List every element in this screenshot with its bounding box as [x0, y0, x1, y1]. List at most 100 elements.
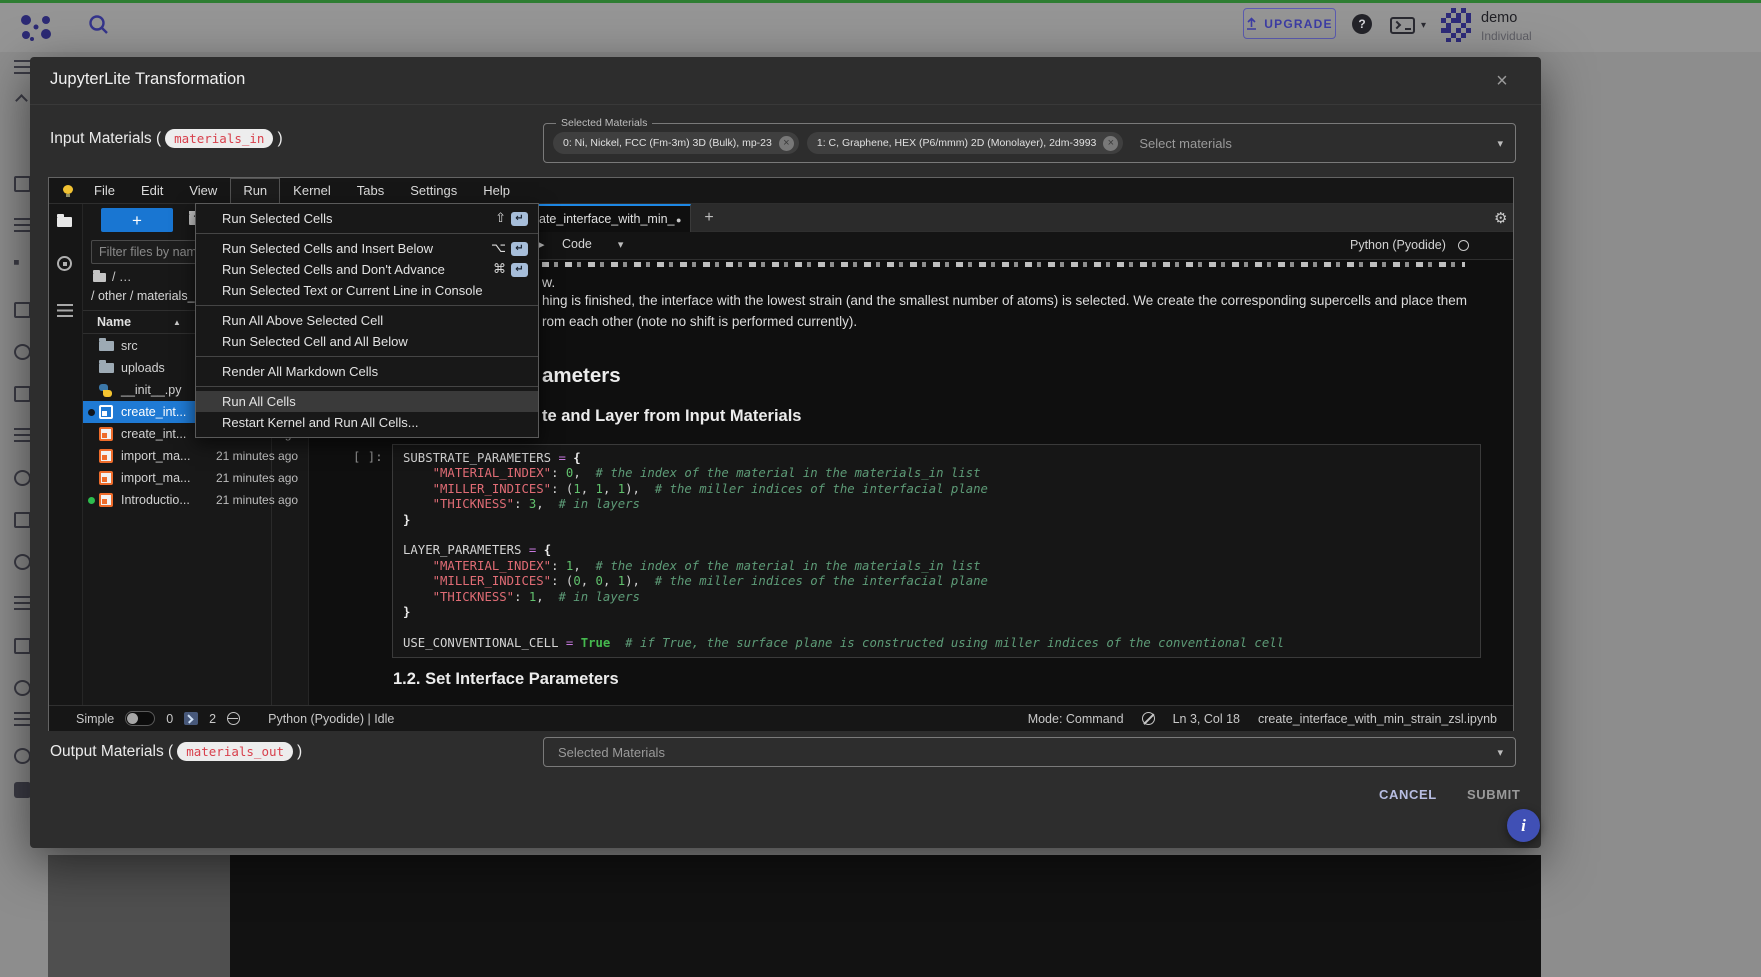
app-logo-icon[interactable]	[18, 12, 56, 44]
material-chip[interactable]: 1: C, Graphene, HEX (P6/mmm) 2D (Monolay…	[807, 132, 1124, 154]
new-tab-button[interactable]: +	[698, 207, 720, 229]
file-row-import_ma[interactable]: import_ma...21 minutes ago	[83, 467, 309, 489]
cell-prompt: [ ]:	[353, 450, 383, 464]
breadcrumb-path[interactable]: / other / materials_	[91, 289, 195, 303]
notebook-icon	[99, 427, 113, 441]
output-materials-prefix: Output Materials (	[50, 743, 173, 761]
menu-item-label: Restart Kernel and Run All Cells...	[222, 415, 528, 430]
menu-item-label: Run Selected Cells	[222, 211, 495, 226]
menu-file[interactable]: File	[81, 178, 128, 204]
command-mode-indicator[interactable]: Mode: Command	[1028, 712, 1124, 726]
menu-item-label: Render All Markdown Cells	[222, 364, 528, 379]
statusbar-filename: create_interface_with_min_strain_zsl.ipy…	[1258, 712, 1497, 726]
file-name: Introductio...	[121, 493, 190, 507]
terminal-caret-icon[interactable]: ▾	[1421, 20, 1426, 31]
material-chip[interactable]: 0: Ni, Nickel, FCC (Fm-3m) 3D (Bulk), mp…	[553, 132, 799, 154]
submit-button[interactable]: SUBMIT	[1467, 787, 1520, 802]
jupyter-menubar-items: FileEditViewRunKernelTabsSettingsHelp	[81, 178, 523, 204]
menu-kernel[interactable]: Kernel	[280, 178, 344, 204]
globe-icon[interactable]	[227, 712, 240, 725]
folder-icon	[99, 341, 114, 351]
code-line: "MILLER_INDICES": (0, 0, 1), # the mille…	[403, 574, 1470, 589]
info-fab-button[interactable]: i	[1507, 809, 1540, 842]
python-icon	[99, 384, 112, 397]
code-line	[403, 620, 1470, 635]
chip-close-icon[interactable]: ×	[1103, 136, 1118, 151]
app-sidebar-icon	[14, 260, 26, 272]
app-sidebar-icon	[14, 344, 31, 360]
help-icon[interactable]: ?	[1352, 14, 1372, 34]
menu-run[interactable]: Run	[230, 178, 280, 204]
menu-item-run-selected-cells-and-don-t-advance[interactable]: Run Selected Cells and Don't Advance⌘↵	[196, 259, 538, 280]
app-sidebar-icon	[15, 94, 28, 107]
breadcrumb[interactable]: / …	[93, 270, 131, 284]
kernel-sessions-icon[interactable]	[184, 712, 198, 725]
file-row-Introductio[interactable]: Introductio...21 minutes ago	[83, 489, 309, 511]
code-cell-editor[interactable]: SUBSTRATE_PARAMETERS = { "MATERIAL_INDEX…	[392, 444, 1481, 658]
sort-ascending-icon[interactable]: ▲	[173, 318, 181, 327]
terminals-count[interactable]: 0	[166, 712, 173, 726]
select-materials-placeholder: Select materials	[1139, 136, 1231, 151]
app-sidebar-icon	[14, 176, 31, 192]
output-materials-select[interactable]: Selected Materials ▾	[543, 737, 1516, 767]
notifications-off-icon[interactable]	[1142, 712, 1155, 725]
code-line: "MATERIAL_INDEX": 0, # the index of the …	[403, 466, 1470, 481]
name-column-header[interactable]: Name	[97, 315, 131, 329]
notebook-icon	[99, 471, 113, 485]
chip-close-icon[interactable]: ×	[779, 136, 794, 151]
menu-edit[interactable]: Edit	[128, 178, 176, 204]
upgrade-button[interactable]: UPGRADE	[1243, 8, 1336, 39]
folder-icon	[99, 363, 114, 373]
menu-item-render-all-markdown-cells[interactable]: Render All Markdown Cells	[196, 361, 538, 382]
menu-shortcut: ⇧↵	[495, 211, 528, 226]
code-line: "THICKNESS": 3, # in layers	[403, 497, 1470, 512]
output-materials-suffix: )	[297, 743, 302, 761]
screen: UPGRADE ? ▾ demo Individual JupyterLite …	[0, 0, 1761, 977]
file-name: create_int...	[121, 427, 186, 441]
menu-item-run-selected-cells[interactable]: Run Selected Cells⇧↵	[196, 208, 538, 229]
menu-item-run-all-cells[interactable]: Run All Cells	[196, 391, 538, 412]
kernels-count[interactable]: 2	[209, 712, 216, 726]
gear-icon[interactable]: ⚙	[1494, 209, 1507, 227]
menu-item-run-selected-cells-and-insert-below[interactable]: Run Selected Cells and Insert Below⌥↵	[196, 238, 538, 259]
menu-help[interactable]: Help	[470, 178, 523, 204]
menu-item-label: Run Selected Cell and All Below	[222, 334, 528, 349]
menu-tabs[interactable]: Tabs	[344, 178, 397, 204]
upload-icon	[1246, 17, 1257, 30]
cell-type-value: Code	[562, 237, 592, 251]
kernel-status[interactable]: Python (Pyodide) | Idle	[268, 712, 394, 726]
modifier-key-glyph: ⌘	[493, 262, 506, 277]
menu-item-run-selected-cell-and-all-below[interactable]: Run Selected Cell and All Below	[196, 331, 538, 352]
lightbulb-icon[interactable]	[63, 185, 73, 194]
terminal-icon[interactable]	[1390, 17, 1415, 34]
cursor-position[interactable]: Ln 3, Col 18	[1173, 712, 1240, 726]
simple-mode-toggle[interactable]	[125, 711, 155, 726]
statusbar-left: Simple 0 2 Python (Pyodide) | Idle	[49, 711, 394, 726]
file-row-import_ma[interactable]: import_ma...21 minutes ago	[83, 445, 309, 467]
filter-placeholder: Filter files by name	[99, 245, 204, 259]
close-icon[interactable]: ×	[1490, 69, 1514, 93]
selected-materials-select[interactable]: Selected Materials 0: Ni, Nickel, FCC (F…	[543, 123, 1516, 163]
app-sidebar-icon	[14, 470, 31, 486]
new-launcher-button[interactable]: +	[101, 208, 173, 232]
menu-view[interactable]: View	[176, 178, 230, 204]
menu-item-restart-kernel-and-run-all-cells[interactable]: Restart Kernel and Run All Cells...	[196, 412, 538, 433]
chevron-down-icon[interactable]: ▾	[1497, 137, 1503, 150]
table-of-contents-tab-icon[interactable]	[57, 304, 73, 317]
search-icon[interactable]	[88, 14, 110, 36]
menu-settings[interactable]: Settings	[397, 178, 470, 204]
simple-mode-label: Simple	[76, 712, 114, 726]
file-browser-tab-icon[interactable]	[57, 217, 72, 227]
menu-divider	[196, 305, 538, 306]
menu-item-run-all-above-selected-cell[interactable]: Run All Above Selected Cell	[196, 310, 538, 331]
running-sessions-tab-icon[interactable]	[57, 256, 72, 271]
cell-type-dropdown[interactable]: Code ▾	[562, 237, 623, 251]
kernel-switcher[interactable]: Python (Pyodide)	[1350, 238, 1469, 252]
username[interactable]: demo	[1481, 10, 1517, 26]
menu-item-run-selected-text-or-current-line-in-console[interactable]: Run Selected Text or Current Line in Con…	[196, 280, 538, 301]
enter-key-icon: ↵	[511, 212, 528, 226]
cancel-button[interactable]: CANCEL	[1379, 787, 1437, 802]
avatar[interactable]	[1437, 6, 1476, 46]
chevron-down-icon[interactable]: ▾	[1497, 746, 1503, 759]
run-icon[interactable]: ▸	[539, 238, 545, 251]
